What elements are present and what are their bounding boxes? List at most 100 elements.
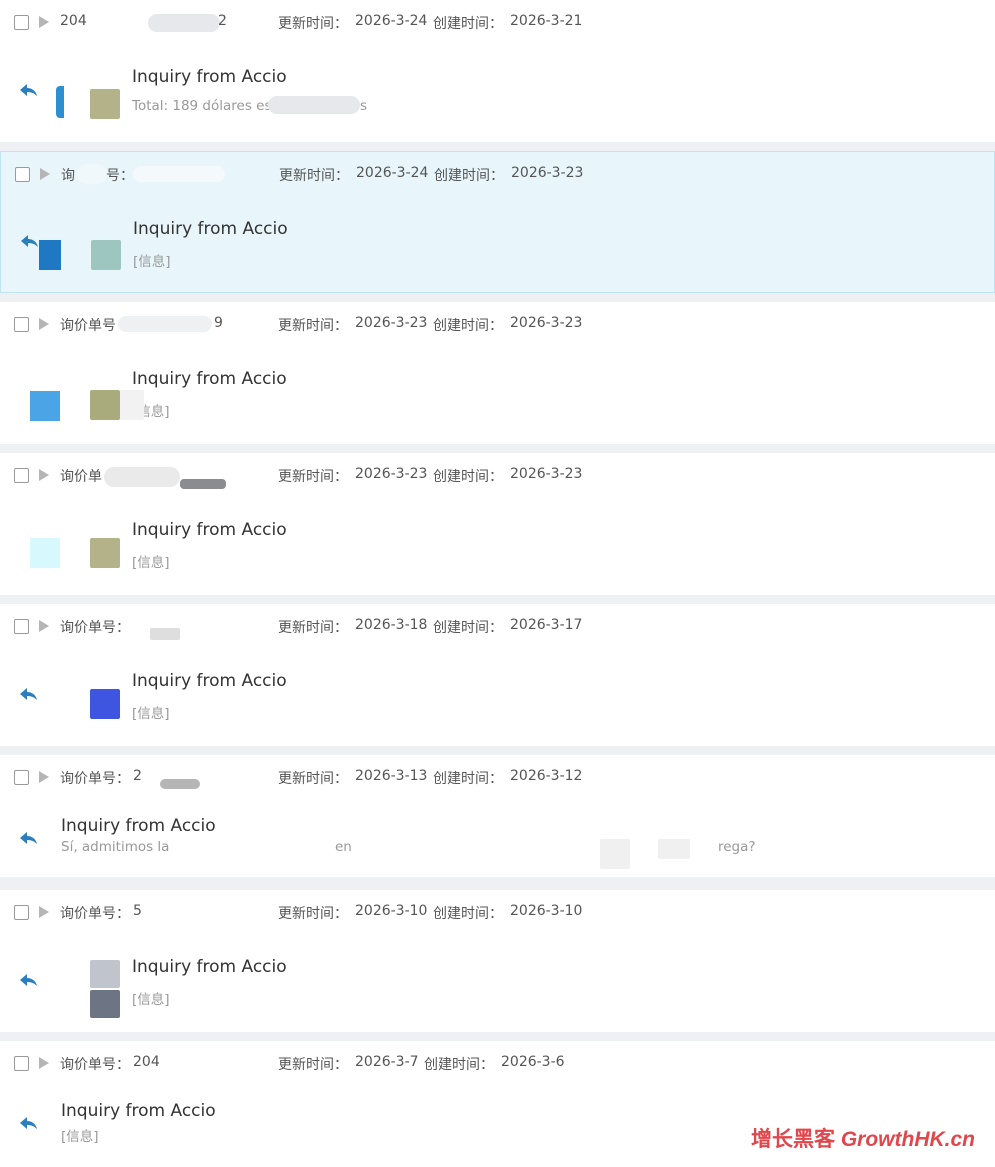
inquiry-card[interactable]: 询价单号： 2 更新时间： 2026-3-13 创建时间： 2026-3-12 … [0,755,995,877]
update-time-label: 更新时间： [278,469,348,485]
create-time-label: 创建时间： [433,771,503,787]
inquiry-no-label: 询价单号： [60,1057,130,1073]
inquiry-preview: Sí, admitimos la [61,839,170,855]
select-checkbox[interactable] [15,167,30,182]
inquiry-no-label: 204 [60,13,87,29]
select-checkbox[interactable] [14,15,29,30]
update-time-value: 2026-3-7 [355,1054,419,1070]
update-time-label: 更新时间： [278,318,348,334]
expand-triangle-icon[interactable] [39,318,49,330]
product-thumbnail[interactable] [90,390,120,420]
update-time-value: 2026-3-18 [355,617,428,633]
inquiry-no-label: 询价单 [60,469,102,485]
inquiry-title[interactable]: Inquiry from Accio [132,67,287,87]
create-time-value: 2026-3-17 [510,617,583,633]
create-time-value: 2026-3-6 [501,1054,565,1070]
inquiry-title[interactable]: Inquiry from Accio [132,957,287,977]
update-time-label: 更新时间： [278,620,348,636]
update-time-label: 更新时间： [278,771,348,787]
redacted-text [180,479,226,489]
update-time-value: 2026-3-23 [355,315,428,331]
inquiry-preview: Total: 189 dólares es [132,98,272,114]
select-checkbox[interactable] [14,1056,29,1071]
inquiry-no-label: 询价单号： [60,771,130,787]
inquiry-no-label: 询价单号： [60,620,130,636]
inquiry-title[interactable]: Inquiry from Accio [61,1101,216,1121]
create-time-value: 2026-3-23 [510,466,583,482]
inquiry-no-tail: 2 [218,13,227,29]
product-thumbnail[interactable] [90,689,120,719]
reply-arrow-icon[interactable] [18,683,40,705]
expand-triangle-icon[interactable] [39,620,49,632]
update-time-label: 更新时间： [279,168,349,184]
select-checkbox[interactable] [14,468,29,483]
redacted-text [133,166,225,182]
create-time-label: 创建时间： [433,318,503,334]
expand-triangle-icon[interactable] [39,1057,49,1069]
redacted-text [118,316,212,332]
expand-triangle-icon[interactable] [39,771,49,783]
update-time-value: 2026-3-13 [355,768,428,784]
inquiry-preview: [信息] [61,1129,99,1145]
product-thumbnail[interactable] [90,960,120,988]
inquiry-card[interactable]: 询价单号： 更新时间： 2026-3-18 创建时间： 2026-3-17 In… [0,604,995,746]
update-time-value: 2026-3-23 [355,466,428,482]
reply-arrow-icon[interactable] [18,827,40,849]
select-checkbox[interactable] [14,905,29,920]
expand-triangle-icon[interactable] [40,168,50,180]
select-checkbox[interactable] [14,619,29,634]
product-thumbnail[interactable] [90,89,120,119]
inquiry-preview: [信息] [132,555,170,571]
inquiry-title[interactable]: Inquiry from Accio [132,671,287,691]
inquiry-card[interactable]: 询价单 更新时间： 2026-3-23 创建时间： 2026-3-23 Inqu… [0,453,995,595]
watermark-cn: 增长黑客 [750,1128,835,1151]
inquiry-no-label: 询价单号 [60,318,116,334]
update-time-label: 更新时间： [278,906,348,922]
product-thumbnail[interactable] [91,240,121,270]
inquiry-preview: [信息] [133,254,171,270]
expand-triangle-icon[interactable] [39,16,49,28]
expand-triangle-icon[interactable] [39,906,49,918]
avatar-partial [30,538,60,568]
create-time-value: 2026-3-10 [510,903,583,919]
inquiry-no-tail: 204 [133,1054,160,1070]
update-time-value: 2026-3-24 [356,165,429,181]
inquiry-card[interactable]: 询价单号： 5 更新时间： 2026-3-10 创建时间： 2026-3-10 … [0,890,995,1032]
reply-arrow-icon[interactable] [18,79,40,101]
inquiry-title[interactable]: Inquiry from Accio [61,816,216,836]
update-time-value: 2026-3-24 [355,13,428,29]
inquiry-no-tail: 9 [214,315,223,331]
inquiry-title[interactable]: Inquiry from Accio [132,520,287,540]
reply-arrow-icon[interactable] [18,1112,40,1134]
redacted-text [658,839,690,859]
avatar-partial [56,86,64,118]
reply-arrow-icon[interactable] [18,969,40,991]
inquiry-preview-tail: rega? [718,839,756,855]
inquiry-preview-mid: en [335,839,352,855]
update-time-value: 2026-3-10 [355,903,428,919]
inquiry-no-tail: 2 [133,768,142,784]
inquiry-header: 询价单号： 更新时间： 2026-3-18 创建时间： 2026-3-17 [0,612,995,640]
inquiry-title[interactable]: Inquiry from Accio [133,219,288,239]
inquiry-card-selected[interactable]: 询 号： 更新时间： 2026-3-24 创建时间： 2026-3-23 Inq… [0,151,995,293]
avatar-partial [30,391,60,421]
product-thumbnail[interactable] [90,990,120,1018]
redacted-text [268,96,360,114]
update-time-label: 更新时间： [278,1057,348,1073]
inquiry-title[interactable]: Inquiry from Accio [132,369,287,389]
inquiry-header: 询价单号 9 更新时间： 2026-3-23 创建时间： 2026-3-23 [0,310,995,338]
create-time-value: 2026-3-23 [510,315,583,331]
inquiry-no-label: 询 [61,168,75,184]
inquiry-card[interactable]: 204 2 更新时间： 2026-3-24 创建时间： 2026-3-21 In… [0,0,995,142]
create-time-label: 创建时间： [433,16,503,32]
inquiry-card[interactable]: 询价单号 9 更新时间： 2026-3-23 创建时间： 2026-3-23 I… [0,302,995,444]
inquiry-no-tail: 号： [106,168,134,184]
product-thumbnail[interactable] [90,538,120,568]
inquiry-preview: [信息] [132,706,170,722]
select-checkbox[interactable] [14,770,29,785]
avatar-partial [39,240,61,270]
reply-arrow-icon[interactable] [19,230,41,252]
select-checkbox[interactable] [14,317,29,332]
expand-triangle-icon[interactable] [39,469,49,481]
inquiry-header: 询价单号： 5 更新时间： 2026-3-10 创建时间： 2026-3-10 [0,898,995,926]
